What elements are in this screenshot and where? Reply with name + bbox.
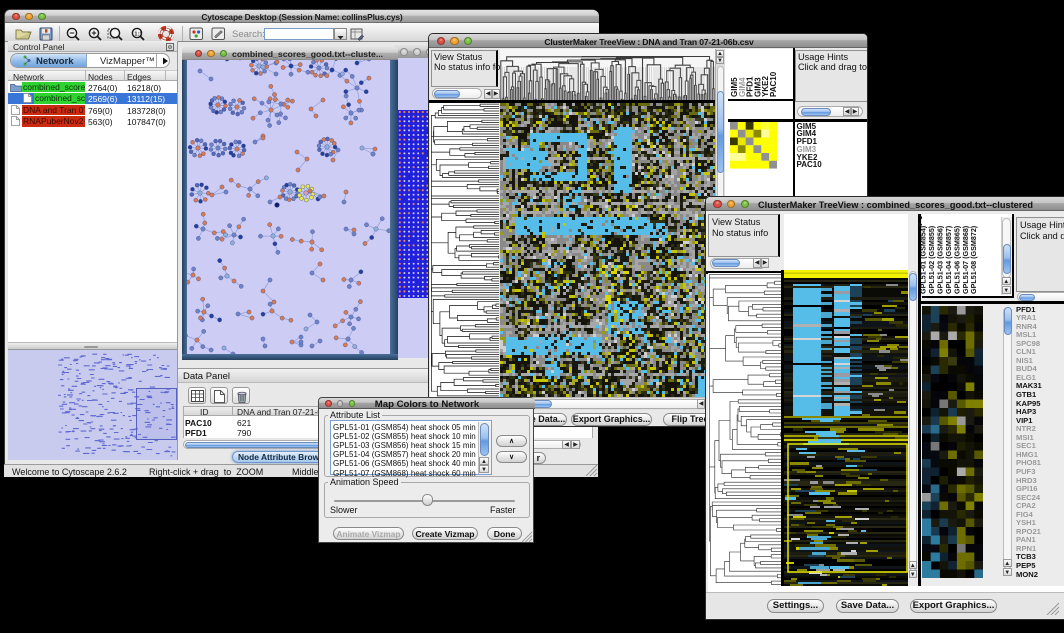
svg-text:1:1: 1:1 (134, 31, 142, 37)
